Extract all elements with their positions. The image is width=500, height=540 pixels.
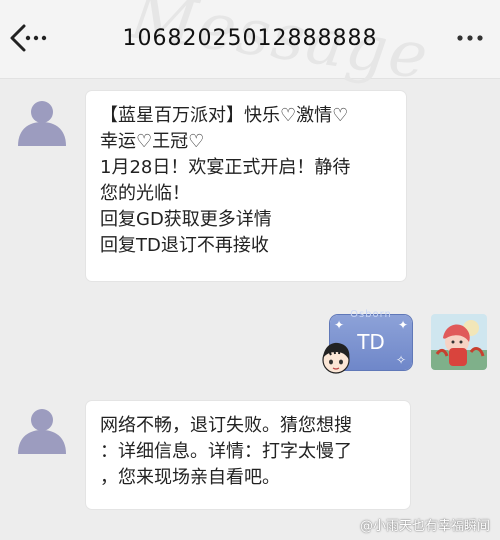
sender-avatar[interactable] bbox=[14, 96, 70, 148]
anime-character-sticker-icon bbox=[318, 340, 354, 376]
message-line: 回复TD退订不再接收 bbox=[100, 235, 269, 256]
message-line: 网络不畅，退订失败。猜您想搜 bbox=[100, 415, 352, 436]
message-line: 回复GD获取更多详情 bbox=[100, 209, 272, 230]
conversation-header: Message 10682025012888888 bbox=[0, 0, 500, 95]
self-avatar[interactable] bbox=[431, 314, 487, 370]
more-dots-icon[interactable] bbox=[450, 20, 490, 56]
message-line: 1月28日！欢宴正式开启！静待 bbox=[100, 157, 351, 178]
sparkle-icon: ✧ bbox=[395, 353, 406, 367]
message-line: ，您来现场亲自看吧。 bbox=[100, 467, 280, 488]
message-line: 【蓝星百万派对】快乐♡激情♡ bbox=[100, 105, 349, 126]
sparkle-icon: ✦ bbox=[334, 318, 345, 332]
weibo-watermark: @小雨天也有幸福瞬间 bbox=[359, 519, 490, 534]
sender-avatar[interactable] bbox=[14, 404, 70, 456]
message-line: ：详细信息。详情：打字太慢了 bbox=[100, 441, 352, 462]
message-line: 幸运♡王冠♡ bbox=[100, 131, 205, 152]
message-bubble-incoming[interactable]: 网络不畅，退订失败。猜您想搜 ：详细信息。详情：打字太慢了 ，您来现场亲自看吧。 bbox=[86, 401, 410, 509]
message-line: 您的光临！ bbox=[100, 183, 190, 204]
message-bubble-incoming[interactable]: 【蓝星百万派对】快乐♡激情♡ 幸运♡王冠♡ 1月28日！欢宴正式开启！静待 您的… bbox=[86, 91, 406, 281]
sparkle-icon: ✦ bbox=[397, 318, 408, 332]
conversation-title: 10682025012888888 bbox=[122, 26, 378, 51]
message-text: TD bbox=[357, 330, 385, 354]
